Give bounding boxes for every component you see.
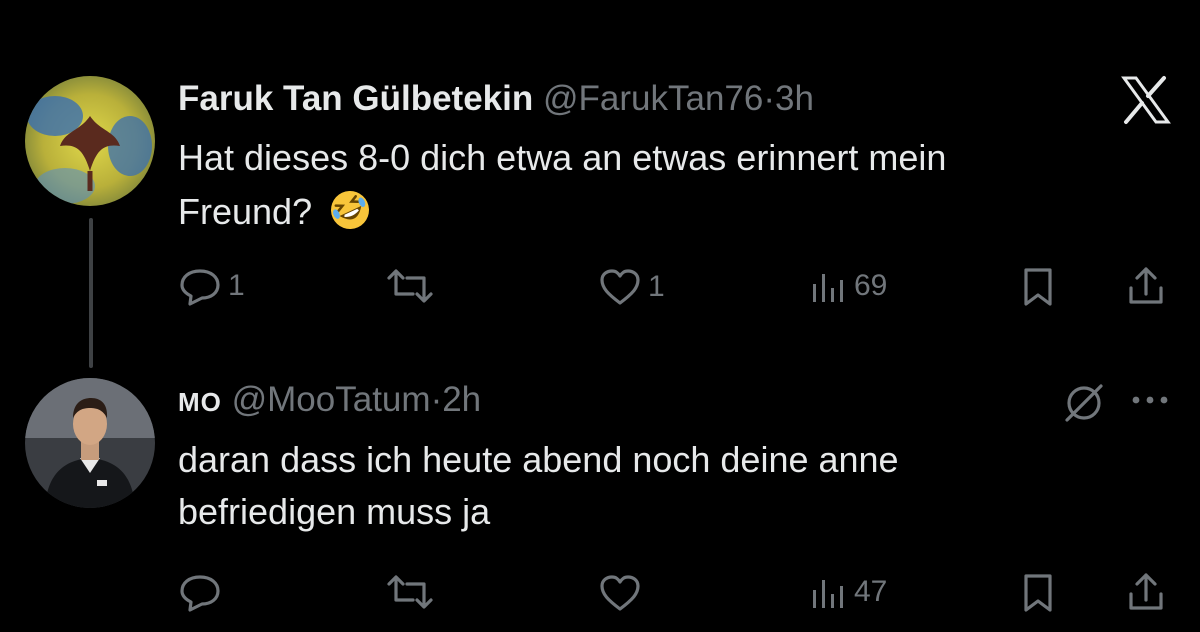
bookmark-button[interactable] bbox=[1018, 266, 1058, 308]
tweet-header: Faruk Tan Gülbetekin @FarukTan76·3h bbox=[178, 79, 814, 119]
timestamp[interactable]: 3h bbox=[775, 79, 814, 118]
retweet-icon bbox=[387, 575, 433, 609]
like-count: 1 bbox=[648, 270, 665, 303]
tweet-header: MO @MooTatum·2h bbox=[178, 380, 481, 422]
tweet-2: MO @MooTatum·2h daran dass ich heute abe… bbox=[0, 340, 1200, 632]
bookmark-icon bbox=[1024, 268, 1052, 306]
reply-button[interactable]: 1 bbox=[178, 266, 245, 306]
tweet-text: daran dass ich heute abend noch deine an… bbox=[178, 434, 1158, 538]
bookmark-icon bbox=[1024, 574, 1052, 612]
tweet-text-line-2: Freund? bbox=[178, 186, 1158, 246]
user-handle[interactable]: @FarukTan76 bbox=[543, 79, 763, 118]
like-button[interactable]: 1 bbox=[598, 267, 665, 307]
retweet-icon bbox=[387, 269, 433, 303]
tweet-text-line-1: Hat dieses 8-0 dich etwa an etwas erinne… bbox=[178, 137, 947, 178]
retweet-button[interactable] bbox=[383, 268, 437, 304]
user-handle[interactable]: @MooTatum bbox=[232, 380, 431, 419]
views-button[interactable]: 69 bbox=[808, 266, 887, 306]
grok-icon[interactable] bbox=[1061, 380, 1107, 431]
bookmark-button[interactable] bbox=[1018, 572, 1058, 614]
more-icon[interactable] bbox=[1128, 390, 1172, 415]
tweet-text: Hat dieses 8-0 dich etwa an etwas erinne… bbox=[178, 132, 1158, 246]
avatar[interactable] bbox=[25, 76, 155, 206]
tweet-1: Faruk Tan Gülbetekin @FarukTan76·3h Hat … bbox=[0, 0, 1200, 368]
display-name[interactable]: MO bbox=[178, 387, 222, 417]
reply-button[interactable] bbox=[178, 572, 222, 612]
separator: · bbox=[763, 79, 775, 118]
display-name[interactable]: Faruk Tan Gülbetekin bbox=[178, 79, 533, 118]
views-icon bbox=[813, 580, 843, 608]
heart-icon bbox=[600, 575, 640, 611]
views-count: 69 bbox=[854, 269, 888, 302]
tweet-text-line-2-text: Freund? bbox=[178, 191, 313, 232]
share-icon bbox=[1129, 573, 1163, 610]
timestamp[interactable]: 2h bbox=[442, 380, 481, 419]
tweet-actions: 47 bbox=[0, 568, 1200, 618]
rolling-on-floor-laughing-icon bbox=[328, 188, 372, 246]
share-icon bbox=[1129, 267, 1163, 304]
reply-count: 1 bbox=[228, 269, 245, 302]
avatar[interactable] bbox=[25, 378, 155, 508]
retweet-button[interactable] bbox=[383, 574, 437, 610]
views-count: 47 bbox=[854, 575, 888, 608]
views-button[interactable]: 47 bbox=[808, 572, 887, 612]
share-button[interactable] bbox=[1124, 570, 1168, 614]
reply-icon bbox=[180, 269, 220, 306]
x-logo-icon bbox=[1120, 75, 1172, 130]
reply-icon bbox=[180, 575, 220, 612]
separator: · bbox=[430, 380, 443, 419]
tweet-text-line-2: befriedigen muss ja bbox=[178, 491, 491, 532]
tweet-actions: 1 1 69 bbox=[0, 262, 1200, 312]
share-button[interactable] bbox=[1124, 264, 1168, 308]
like-button[interactable] bbox=[598, 573, 642, 613]
views-icon bbox=[813, 274, 843, 302]
tweet-text-line-1: daran dass ich heute abend noch deine an… bbox=[178, 439, 899, 480]
heart-icon bbox=[600, 269, 640, 305]
